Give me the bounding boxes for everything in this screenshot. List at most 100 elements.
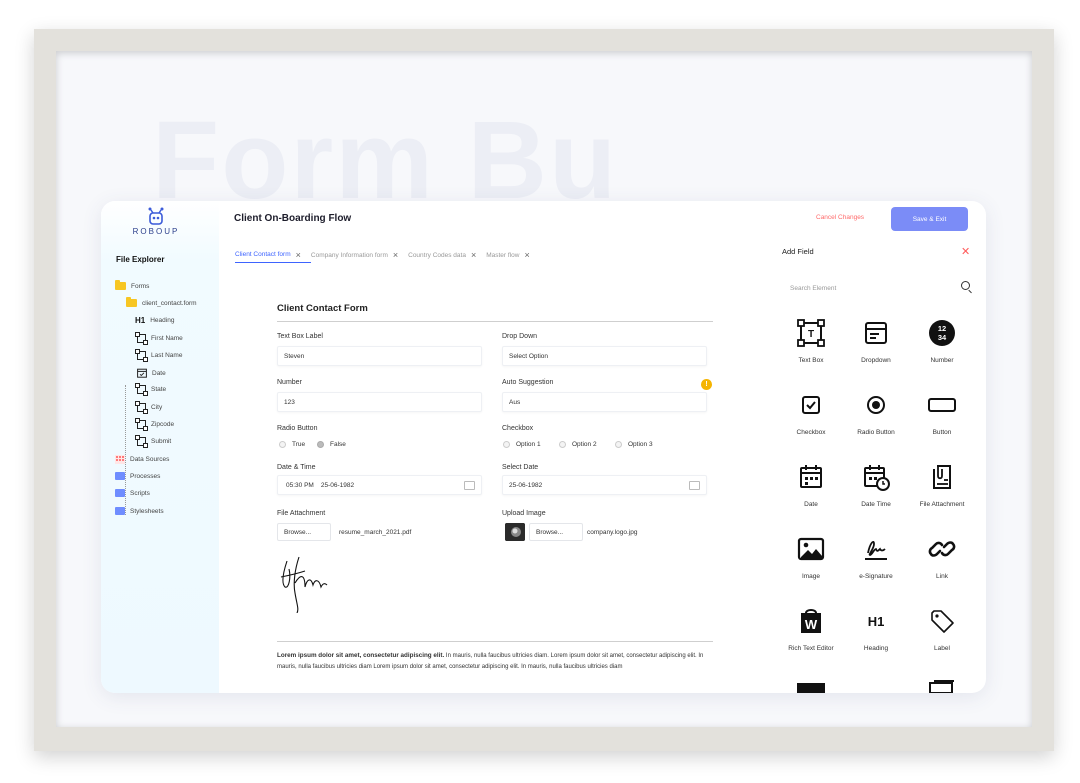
checkbox-option-3[interactable]: Option 3 bbox=[615, 441, 653, 448]
field-radio-button[interactable]: Radio Button bbox=[843, 391, 909, 436]
tab-master-flow[interactable]: Master flow × bbox=[486, 247, 540, 263]
field-number[interactable]: 12 34 Number bbox=[909, 319, 975, 364]
search-input[interactable]: Search Element bbox=[790, 281, 970, 295]
info-icon[interactable]: ! bbox=[701, 379, 712, 390]
checkbox-box[interactable] bbox=[615, 441, 622, 448]
textbox-input[interactable]: Steven bbox=[277, 346, 482, 366]
tree-item-processes[interactable]: Processes bbox=[115, 472, 160, 480]
tree-item-submit[interactable]: Submit bbox=[135, 435, 171, 448]
svg-text:12: 12 bbox=[938, 324, 946, 333]
checkbox-option-2[interactable]: Option 2 bbox=[559, 441, 597, 448]
image-icon bbox=[797, 537, 825, 561]
calendar-icon[interactable] bbox=[464, 481, 475, 490]
field-label: e-Signature bbox=[859, 573, 893, 580]
date-time-icon bbox=[864, 465, 890, 491]
field-rich-text-editor[interactable]: W Rich Text Editor bbox=[778, 607, 844, 652]
field-more-2[interactable] bbox=[909, 679, 975, 693]
close-icon[interactable]: × bbox=[296, 250, 301, 260]
field-label: Number bbox=[930, 357, 954, 364]
tab-country-codes-data[interactable]: Country Codes data × bbox=[408, 247, 486, 263]
paragraph-text: Lorem ipsum dolor sit amet, consectetur … bbox=[277, 650, 717, 673]
radio-option-false[interactable]: False bbox=[317, 441, 346, 448]
heading-icon: H1 bbox=[868, 614, 885, 629]
field-e-signature[interactable]: e-Signature bbox=[843, 535, 909, 580]
tree-item-forms[interactable]: Forms bbox=[115, 280, 150, 290]
search-icon[interactable] bbox=[961, 281, 970, 290]
tree-item-last-name[interactable]: Last Name bbox=[135, 349, 182, 362]
calendar-icon bbox=[137, 368, 147, 378]
tree-item-label: First Name bbox=[151, 335, 183, 342]
checkbox-icon bbox=[802, 396, 820, 414]
field-label: Dropdown bbox=[861, 357, 891, 364]
textbox-icon bbox=[135, 332, 148, 345]
calendar-icon[interactable] bbox=[689, 481, 700, 490]
checkbox-option-label: Option 3 bbox=[628, 441, 653, 448]
field-checkbox[interactable]: Checkbox bbox=[778, 391, 844, 436]
field-text-box[interactable]: T Text Box bbox=[778, 319, 844, 364]
checkbox-box[interactable] bbox=[503, 441, 510, 448]
tree-item-label: Zipcode bbox=[151, 421, 175, 428]
tree-item-zipcode[interactable]: Zipcode bbox=[135, 418, 175, 431]
file-browse-button[interactable]: Browse... bbox=[277, 523, 331, 541]
checkbox-option-1[interactable]: Option 1 bbox=[503, 441, 541, 448]
tab-label: Client Contact form bbox=[235, 251, 291, 258]
radio-button-icon bbox=[867, 396, 885, 414]
tree-item-state[interactable]: State bbox=[135, 383, 166, 396]
field-image[interactable]: Image bbox=[778, 535, 844, 580]
field-file-attachment[interactable]: File Attachment bbox=[909, 463, 975, 508]
link-icon bbox=[928, 541, 956, 557]
tree-item-heading[interactable]: H1 Heading bbox=[135, 316, 174, 325]
number-label: Number bbox=[277, 379, 302, 386]
radio-circle[interactable] bbox=[317, 441, 324, 448]
file-attachment-icon bbox=[933, 465, 951, 489]
field-dropdown[interactable]: Dropdown bbox=[843, 319, 909, 364]
tree-item-label: Processes bbox=[130, 472, 161, 480]
textbox-icon bbox=[135, 418, 148, 431]
field-link[interactable]: Link bbox=[909, 535, 975, 580]
file-name: resume_march_2021.pdf bbox=[339, 529, 412, 536]
field-button[interactable]: Button bbox=[909, 391, 975, 436]
checkbox-box[interactable] bbox=[559, 441, 566, 448]
field-label-element[interactable]: Label bbox=[909, 607, 975, 652]
select-date-input[interactable]: 25-06-1982 bbox=[502, 475, 707, 495]
number-icon: 1234 bbox=[929, 320, 955, 346]
radio-option-label: True bbox=[292, 441, 306, 448]
tab-client-contact-form[interactable]: Client Contact form × bbox=[235, 247, 311, 263]
svg-text:34: 34 bbox=[938, 333, 947, 342]
tree-item-label: Heading bbox=[150, 317, 175, 324]
tree-item-label: City bbox=[151, 404, 163, 411]
field-heading[interactable]: H1 Heading bbox=[843, 607, 909, 652]
dropdown-select[interactable]: Select Option bbox=[502, 346, 707, 366]
tree-item-city[interactable]: City bbox=[135, 401, 163, 414]
close-icon[interactable]: × bbox=[393, 250, 398, 260]
file-icon bbox=[126, 297, 137, 307]
tree-item-client-contact-form[interactable]: client_contact.form bbox=[126, 297, 197, 307]
image-browse-button[interactable]: Browse... bbox=[529, 523, 583, 541]
field-more-1[interactable] bbox=[778, 679, 844, 693]
radio-circle[interactable] bbox=[279, 441, 286, 448]
field-date[interactable]: Date bbox=[778, 463, 844, 508]
tree-item-scripts[interactable]: Scripts bbox=[115, 489, 150, 497]
autosuggest-input[interactable]: Aus bbox=[502, 392, 707, 412]
tree-item-label: Forms bbox=[131, 282, 150, 290]
field-label: Date bbox=[804, 501, 818, 508]
tree-item-date[interactable]: Date bbox=[137, 368, 166, 378]
datetime-input[interactable]: 05:30 PM 25-06-1982 bbox=[277, 475, 482, 495]
paragraph-bold: Lorem ipsum dolor sit amet, consectetur … bbox=[277, 652, 445, 659]
close-icon[interactable]: × bbox=[471, 250, 476, 260]
folder-icon bbox=[115, 472, 125, 480]
tab-company-information-form[interactable]: Company Information form × bbox=[311, 247, 408, 263]
tree-item-data-sources[interactable]: Data Sources bbox=[115, 455, 169, 464]
textbox-icon bbox=[135, 383, 148, 396]
tree-item-stylesheets[interactable]: Stylesheets bbox=[115, 507, 164, 515]
number-input[interactable]: 123 bbox=[277, 392, 482, 412]
radio-option-true[interactable]: True bbox=[279, 441, 305, 448]
close-icon[interactable]: × bbox=[524, 250, 529, 260]
tree-item-first-name[interactable]: First Name bbox=[135, 332, 183, 345]
tab-label: Master flow bbox=[486, 251, 520, 259]
field-label: Radio Button bbox=[857, 429, 895, 436]
svg-text:H1: H1 bbox=[868, 614, 885, 629]
checkbox-label: Checkbox bbox=[502, 425, 534, 432]
close-icon[interactable]: ✕ bbox=[961, 245, 970, 258]
field-date-time[interactable]: Date Time bbox=[843, 463, 909, 508]
